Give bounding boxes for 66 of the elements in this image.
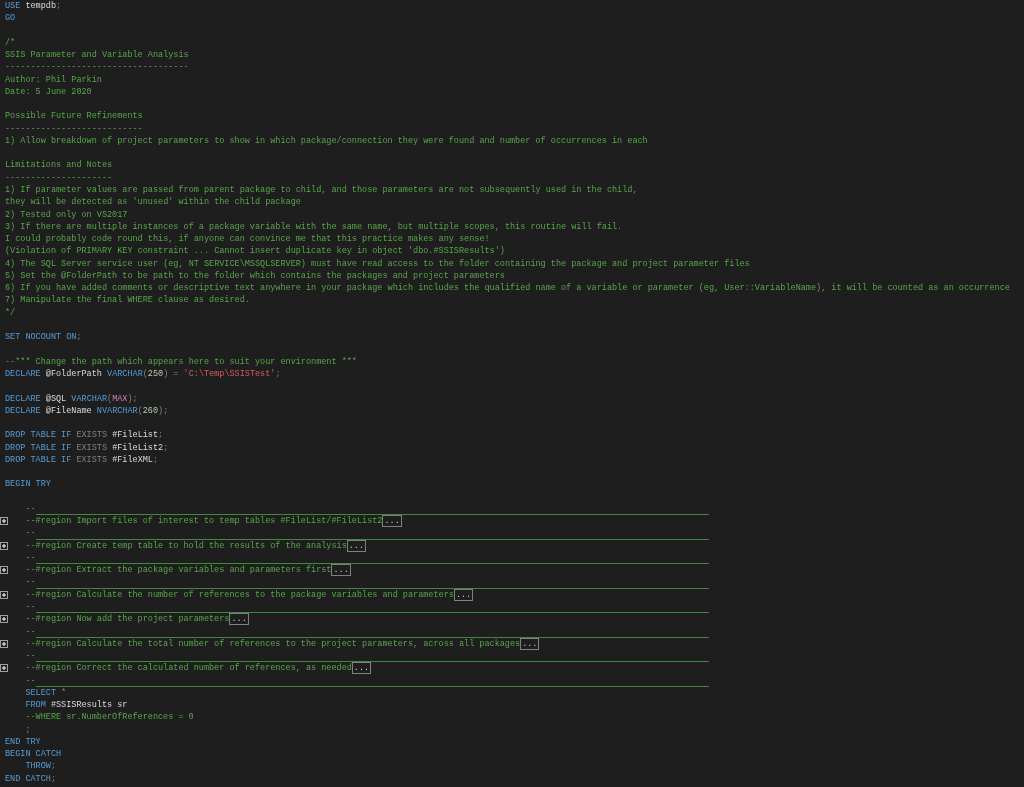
code-line: 5) Set the @FolderPath to be path to the folder which contains the packages and project parameters — [5, 269, 505, 283]
code-line: DECLARE @SQL VARCHAR(MAX); — [5, 392, 138, 405]
code-line: 6) If you have added comments or descriptive text anywhere in your package which includes the qualified name of a variable or parameter (eg, User::VariableName), it will be counted as an occurrence — [5, 282, 1010, 295]
code-comment: -- — [25, 576, 36, 589]
region-comment: --#region Create temp table to hold the results of the analysis — [25, 539, 347, 552]
code-line: USE tempdb; — [5, 0, 62, 13]
collapsed-region-button[interactable]: ... — [331, 564, 351, 577]
code-comment: -- — [25, 674, 36, 687]
code-line: DECLARE @FileName NVARCHAR(260); — [5, 404, 169, 418]
plus-box-icon[interactable] — [0, 664, 8, 673]
code-line: 7) Manipulate the final WHERE clause as desired. — [5, 294, 250, 307]
code-line: END TRY — [5, 735, 41, 749]
code-line: SELECT * — [25, 686, 67, 700]
code-line: 1) Allow breakdown of project parameters to show in which package/connection they were found and number of occurrences in each — [5, 134, 648, 148]
code-line: DROP TABLE IF EXISTS #FileXML; — [5, 453, 159, 467]
code-line: (Violation of PRIMARY KEY constraint ... Cannot insert duplicate key in object 'dbo.#SSISResults') — [5, 245, 505, 258]
code-line: GO — [5, 12, 16, 25]
code-line: DROP TABLE IF EXISTS #FileList2; — [5, 441, 169, 454]
plus-box-icon[interactable] — [0, 590, 8, 599]
code-line: */ — [5, 306, 16, 319]
code-line: ; — [25, 723, 31, 736]
code-line: --WHERE sr.NumberOfReferences = 0 — [25, 711, 194, 724]
code-line: BEGIN TRY — [5, 478, 51, 491]
code-line: BEGIN CATCH — [5, 748, 62, 761]
code-line: Limitations and Notes — [5, 159, 113, 172]
plus-box-icon[interactable] — [0, 639, 8, 648]
code-line: Author: Phil Parkin — [5, 73, 102, 86]
code-line: I could probably code round this, if anyone can convince me that this practice makes any sense! — [5, 233, 490, 246]
code-line: 3) If there are multiple instances of a package variable with the same name, but multiple scopes, this routine will fail. — [5, 220, 623, 234]
plus-box-icon[interactable] — [0, 615, 8, 624]
code-line: FROM #SSISResults sr — [25, 699, 128, 712]
code-line: --------------------- — [5, 171, 113, 184]
code-comment: -- — [25, 625, 36, 638]
plus-box-icon[interactable] — [0, 566, 8, 575]
plus-box-icon[interactable] — [0, 517, 8, 526]
code-line: 4) The SQL Server service user (eg, NT SERVICE\MSSQLSERVER) must have read access to the folder containing the package and project parameter files — [5, 257, 750, 270]
region-comment: --#region Extract the package variables and parameters first — [25, 564, 332, 577]
code-line: /* — [5, 36, 16, 50]
code-comment: -- — [25, 601, 36, 614]
code-line: 1) If parameter values are passed from parent package to child, and those parameters are not subsequently used in the child, — [5, 184, 638, 197]
region-comment: --#region Now add the project parameters — [25, 613, 230, 626]
code-line: ------------------------------------ — [5, 61, 189, 74]
code-line: DROP TABLE IF EXISTS #FileList; — [5, 429, 164, 442]
code-line: 2) Tested only on VS2017 — [5, 208, 128, 221]
code-line: they will be detected as 'unused' within the child package — [5, 196, 301, 209]
code-line: --------------------------- — [5, 122, 143, 135]
collapsed-region-button[interactable]: ... — [229, 613, 249, 626]
code-line: SET NOCOUNT ON; — [5, 331, 82, 344]
code-line: DECLARE @FolderPath VARCHAR(250) = 'C:\Temp\SSISTest'; — [5, 367, 281, 381]
code-comment: -- — [25, 527, 36, 540]
collapsed-region-button[interactable]: ... — [382, 515, 402, 528]
code-line: Date: 5 June 2020 — [5, 85, 92, 99]
code-line: SSIS Parameter and Variable Analysis — [5, 49, 189, 62]
plus-box-icon[interactable] — [0, 541, 8, 550]
region-comment: --#region Import files of interest to temp tables #FileList/#FileList2 — [25, 515, 383, 528]
code-comment: -- — [25, 502, 36, 516]
region-comment: --#region Calculate the total number of references to the project parameters, across all packages — [25, 637, 521, 651]
code-line: --*** Change the path which appears here to suit your environment *** — [5, 355, 357, 368]
collapsed-region-button[interactable]: ... — [351, 662, 372, 675]
region-comment: --#region Calculate the number of references to the package variables and parameters — [25, 588, 454, 602]
code-line: THROW; — [25, 760, 56, 773]
code-line: Possible Future Refinements — [5, 110, 143, 123]
region-comment: --#region Correct the calculated number of references, as needed — [25, 662, 352, 675]
code-comment: -- — [25, 650, 36, 663]
code-line: END CATCH; — [5, 772, 57, 785]
code-comment: -- — [25, 551, 36, 565]
